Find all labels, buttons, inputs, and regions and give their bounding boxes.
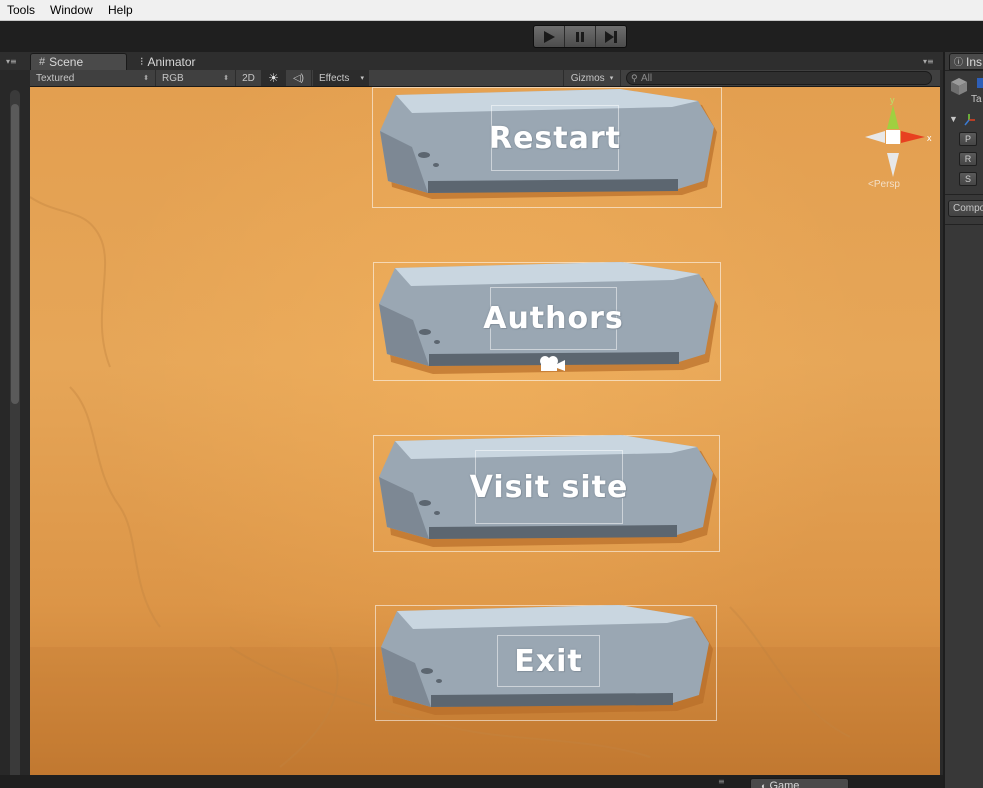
position-reset-button[interactable]: P: [959, 132, 977, 146]
projection-toggle[interactable]: <Persp: [868, 179, 900, 190]
render-mode-dropdown[interactable]: RGB ⬍: [156, 70, 236, 86]
tab-animator-label: Animator: [147, 54, 196, 69]
dropdown-arrow-icon: ▾: [360, 75, 364, 82]
playback-controls: [533, 25, 627, 48]
game-icon: ◐: [761, 781, 767, 788]
unity-editor-window: Tools Window Help ▾≡ # Scene ⁝ Animator …: [0, 0, 983, 788]
authors-label: Authors: [483, 301, 624, 336]
gizmo-center-cube[interactable]: [886, 130, 900, 144]
divider: [945, 224, 983, 225]
gizmo-x-arrow[interactable]: [901, 131, 925, 143]
grid-icon: #: [39, 56, 46, 68]
scene-viewport[interactable]: Restart Authors Visit site Exit y x <Per…: [30, 87, 940, 775]
rotation-reset-button[interactable]: R: [959, 152, 977, 166]
gizmo-y-label: y: [890, 95, 895, 105]
tab-animator[interactable]: ⁝ Animator: [132, 53, 242, 70]
play-icon: [544, 30, 555, 43]
tab-scene[interactable]: # Scene: [30, 53, 127, 70]
gameobject-cube-icon: [951, 78, 967, 95]
scale-reset-button[interactable]: S: [959, 172, 977, 186]
tab-game-label: Game: [769, 780, 800, 788]
hierarchy-scrollbar-thumb[interactable]: [11, 104, 19, 404]
projection-label: Persp: [873, 179, 900, 190]
effects-dropdown[interactable]: Effects ▾: [313, 70, 369, 86]
add-component-button[interactable]: Compo: [948, 200, 983, 217]
mode-2d-toggle[interactable]: 2D: [236, 70, 262, 86]
audio-toggle[interactable]: ◁): [286, 70, 312, 86]
panel-menu-icon[interactable]: ≡: [718, 777, 725, 786]
effects-label: Effects: [319, 72, 350, 84]
restart-label: Restart: [488, 120, 622, 156]
gizmo-neg-y-arrow[interactable]: [887, 153, 899, 177]
authors-button[interactable]: Authors: [373, 262, 721, 381]
tab-inspector-label: Ins: [966, 54, 983, 69]
mode-2d-label: 2D: [242, 72, 255, 84]
menu-window[interactable]: Window: [50, 3, 93, 17]
search-icon: ⚲: [631, 73, 638, 83]
search-placeholder: All: [641, 72, 653, 84]
add-component-label: Compo: [953, 203, 983, 214]
gizmo-neg-x-arrow[interactable]: [865, 131, 885, 143]
scene-panel-menu-icon[interactable]: ▾≡: [923, 57, 934, 66]
dropdown-arrow-icon: ⬍: [223, 75, 229, 82]
tab-scene-label: Scene: [49, 55, 84, 69]
scene-search-input[interactable]: ⚲ All: [626, 71, 932, 85]
hierarchy-scrollbar[interactable]: [10, 90, 20, 780]
tag-label: Ta: [971, 94, 982, 105]
authors-label-frame: Authors: [483, 287, 623, 350]
step-button[interactable]: [596, 26, 626, 47]
pause-button[interactable]: [565, 26, 596, 47]
orientation-gizmo[interactable]: y x: [865, 93, 940, 193]
tab-inspector[interactable]: ⓘ Ins: [949, 53, 983, 70]
foldout-arrow-icon[interactable]: ▼: [949, 114, 958, 124]
dropdown-arrow-icon: ▾: [609, 75, 614, 82]
visit-site-button[interactable]: Visit site: [373, 435, 720, 552]
dropdown-arrow-icon: ⬍: [143, 75, 149, 82]
menu-bar: Tools Window Help: [0, 0, 983, 21]
render-mode-value: RGB: [162, 72, 184, 84]
play-button[interactable]: [534, 26, 565, 47]
bottom-panel-strip: ≡ ◐ Game: [0, 775, 943, 788]
inspector-panel: ⓘ Ins Ta ▼ P R S Compo: [943, 52, 983, 788]
gizmos-dropdown[interactable]: Gizmos ▾: [563, 70, 621, 86]
pause-icon: [576, 31, 584, 42]
panel-menu-icon[interactable]: ▾≡: [6, 57, 17, 66]
scene-tabs-row: ▾≡ # Scene ⁝ Animator ▾≡: [0, 52, 943, 70]
lighting-toggle[interactable]: ☀: [262, 70, 286, 86]
divider: [945, 194, 983, 195]
scene-toolbar: Textured ⬍ RGB ⬍ 2D ☀ ◁) Effects ▾ Gizmo…: [30, 70, 940, 87]
visit-site-label: Visit site: [469, 469, 629, 505]
camera-icon[interactable]: [538, 355, 568, 373]
exit-label: Exit: [514, 643, 583, 679]
menu-tools[interactable]: Tools: [7, 3, 35, 17]
draw-mode-dropdown[interactable]: Textured ⬍: [30, 70, 156, 86]
main-toolbar: [0, 21, 983, 52]
menu-help[interactable]: Help: [108, 3, 133, 17]
exit-button[interactable]: Exit: [375, 605, 717, 721]
speaker-icon: ◁): [292, 72, 305, 84]
draw-mode-value: Textured: [36, 72, 75, 84]
restart-button[interactable]: Restart: [372, 87, 722, 208]
active-checkbox[interactable]: [977, 78, 983, 88]
divider: [945, 70, 983, 71]
transform-icon: [964, 114, 975, 126]
gizmo-x-label: x: [927, 133, 932, 143]
gizmo-y-arrow[interactable]: [887, 105, 899, 129]
restart-label-frame: Restart: [488, 105, 622, 171]
exit-label-frame: Exit: [497, 635, 600, 687]
tab-game[interactable]: ◐ Game: [750, 778, 849, 788]
step-icon: [605, 30, 617, 43]
sun-icon: ☀: [268, 71, 279, 85]
visit-site-label-frame: Visit site: [470, 450, 627, 524]
gizmos-label: Gizmos: [570, 72, 605, 84]
animator-icon: ⁝: [140, 56, 144, 68]
hierarchy-panel-collapsed: [0, 70, 30, 780]
info-icon: ⓘ: [954, 57, 964, 67]
